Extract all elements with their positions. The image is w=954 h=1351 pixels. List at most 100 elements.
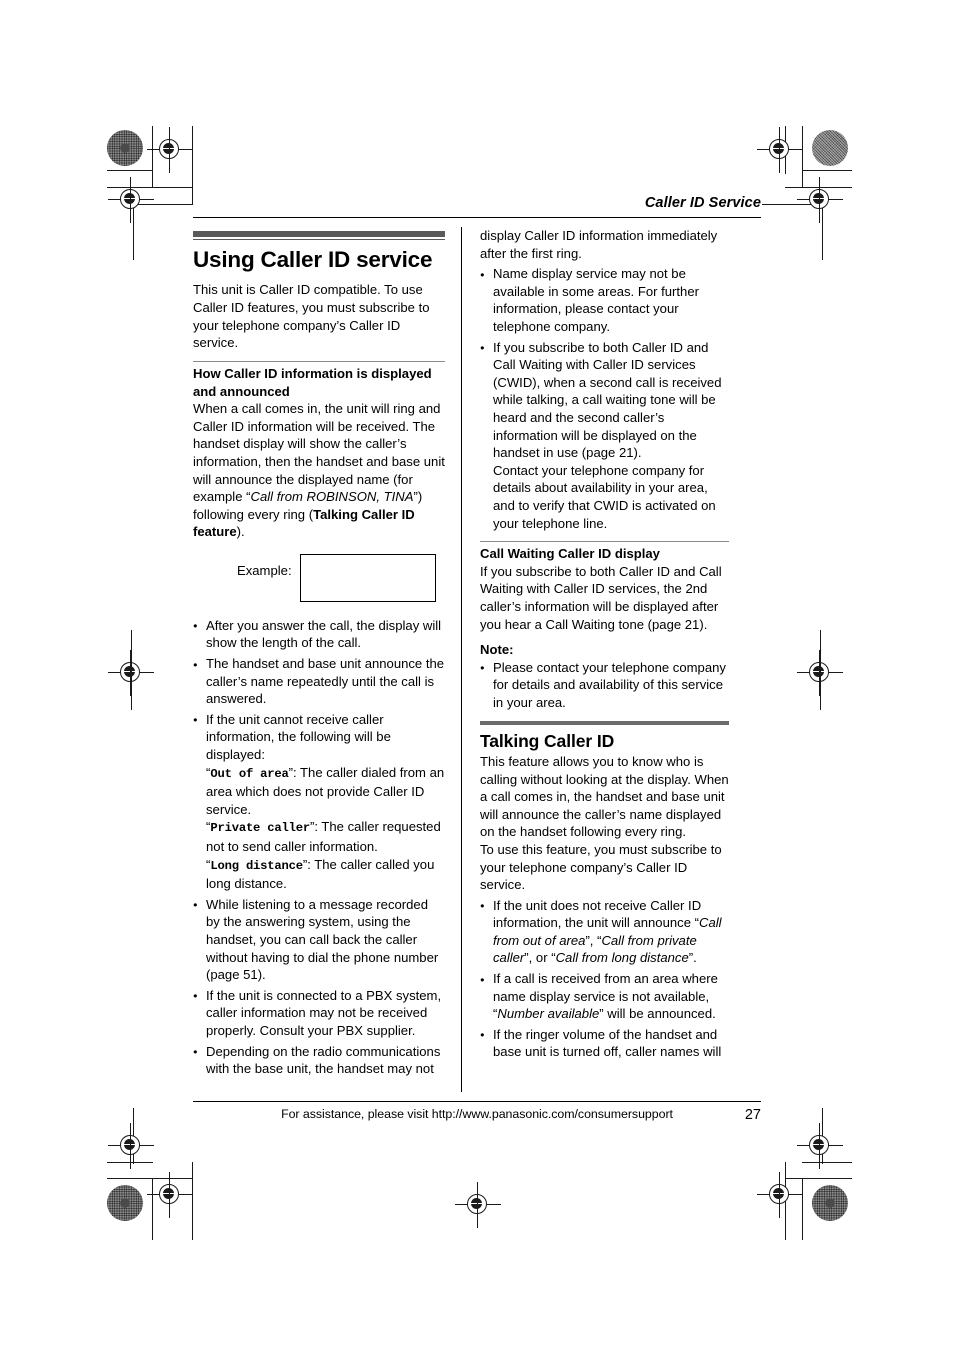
registration-mark-top-left-1 [147,127,193,173]
crop-line [152,126,154,188]
registration-mark-bottom-right-1 [797,1123,843,1169]
two-column-body: Using Caller ID service This unit is Cal… [193,227,761,1093]
crop-line [133,204,135,260]
right-bullet-list-top: Name display service may not be availabl… [480,265,729,532]
crop-line [802,170,852,172]
crop-line [785,126,787,174]
subsection-text-part3: ). [236,524,245,540]
crop-line [130,630,132,710]
crop-line [802,1178,804,1240]
example-label: Example: [237,562,292,578]
bullet-text: If the ringer volume of the handset and … [493,1026,722,1060]
cwid-divider [480,541,729,543]
announce-number-available: Number available [497,1006,600,1022]
crop-line [107,187,193,189]
subsection-paragraph: When a call comes in, the unit will ring… [193,400,445,541]
example-row: Example: [193,553,445,602]
list-item: While listening to a message recorded by… [193,895,445,984]
list-item: If the ringer volume of the handset and … [480,1025,729,1061]
subsection-heading: How Caller ID information is displayed a… [193,365,432,399]
announce-call-from-long-distance: Call from long distance [555,950,689,966]
assistance-text: For assistance, please visit http://www.… [281,1107,673,1122]
talking-paragraph-1: This feature allows you to know who is c… [480,753,729,840]
bullet-text: If the unit does not receive Caller ID i… [493,897,702,931]
list-item: If the unit cannot receive caller inform… [193,710,445,893]
heading-bar-thick [480,720,729,725]
list-item: After you answer the call, the display w… [193,616,445,652]
subsection-divider [193,360,445,362]
talking-paragraph-2: To use this feature, you must subscribe … [480,841,722,893]
bullet-text: If the unit is connected to a PBX system… [206,987,442,1038]
manual-page: Caller ID Service Using Caller ID servic… [193,196,761,1166]
crop-line [785,1178,852,1180]
list-item: Please contact your telephone company fo… [480,658,729,712]
crop-line [192,1162,194,1240]
subsection-italic-example: Call from ROBINSON, TINA [250,489,414,505]
section-heading-bar [193,231,445,241]
page-number: 27 [744,1107,761,1124]
crop-line [133,204,193,206]
registration-mark-top-right-2 [797,177,843,223]
cwid-contact-paragraph: Contact your telephone company for detai… [493,462,716,531]
bullet-text: Name display service may not be availabl… [493,266,699,335]
left-bullet-list: After you answer the call, the display w… [193,616,445,1078]
crop-line [107,170,153,172]
crop-line [152,1178,154,1240]
separator-text: ”, “ [585,932,602,948]
continuation-paragraph: display Caller ID information immediatel… [480,228,718,261]
crop-line [822,1108,824,1164]
registration-mark-bottom-left-2 [147,1172,193,1218]
crop-line [785,1162,787,1240]
note-bullet-list: Please contact your telephone company fo… [480,658,729,712]
separator-text: ”, or “ [524,950,556,966]
display-message-long-distance: “Long distance”: The caller called you l… [206,856,445,893]
bullet-text: Depending on the radio communications wi… [206,1043,441,1077]
bullet-text: While listening to a message recorded by… [206,896,439,983]
crop-line [802,1162,852,1164]
registration-mark-top-right-1 [757,127,803,173]
bullet-text: The handset and base unit announce the c… [206,656,445,707]
bullet-text-end: ” will be announced. [599,1006,716,1022]
crop-line [802,126,804,188]
halftone-dot-bottom-right [812,1185,848,1221]
list-item: If the unit is connected to a PBX system… [193,986,445,1040]
cwid-paragraph: If you subscribe to both Caller ID and C… [480,563,722,632]
list-item: The handset and base unit announce the c… [193,655,445,708]
header-rule [193,216,761,219]
talking-caller-id-heading-bar [480,720,729,725]
bullet-text: If the unit cannot receive caller inform… [206,711,391,763]
bullet-text: Please contact your telephone company fo… [493,659,726,711]
cwid-heading: Call Waiting Caller ID display [480,546,660,562]
bullet-text-end: ”. [688,950,697,966]
list-item: If the unit does not receive Caller ID i… [480,896,729,967]
intro-paragraph: This unit is Caller ID compatible. To us… [193,282,430,351]
crop-line [107,1178,193,1180]
registration-mark-middle-left [108,650,154,696]
lcd-text-out-of-area: Out of area [210,766,289,781]
note-label: Note: [480,642,514,658]
talking-bullet-list: If the unit does not receive Caller ID i… [480,896,729,1061]
page-title: Using Caller ID service [193,247,433,273]
crop-line [819,630,821,710]
page-footer: For assistance, please visit http://www.… [193,1102,761,1124]
registration-mark-bottom-center [455,1182,501,1228]
running-head: Caller ID Service [644,195,761,211]
bullet-text: If you subscribe to both Caller ID and C… [493,339,722,461]
display-message-out-of-area: “Out of area”: The caller dialed from an… [206,764,445,819]
registration-mark-bottom-left-1 [108,1123,154,1169]
list-item: Depending on the radio communications wi… [193,1042,445,1078]
display-message-private-caller: “Private caller”: The caller requested n… [206,818,445,855]
lcd-text-private-caller: Private caller [210,821,310,836]
registration-mark-middle-right [797,650,843,696]
talking-caller-id-title: Talking Caller ID [480,730,615,751]
crop-line [107,1162,153,1164]
crop-line [822,204,824,260]
list-item: If a call is received from an area where… [480,970,729,1023]
lcd-text-long-distance: Long distance [210,858,303,873]
crop-line [133,1108,135,1164]
crop-line [762,204,822,206]
list-item: If you subscribe to both Caller ID and C… [480,338,729,533]
right-column: display Caller ID information immediatel… [461,227,729,1093]
registration-mark-bottom-right-2 [757,1172,803,1218]
bullet-text: After you answer the call, the display w… [206,617,442,651]
